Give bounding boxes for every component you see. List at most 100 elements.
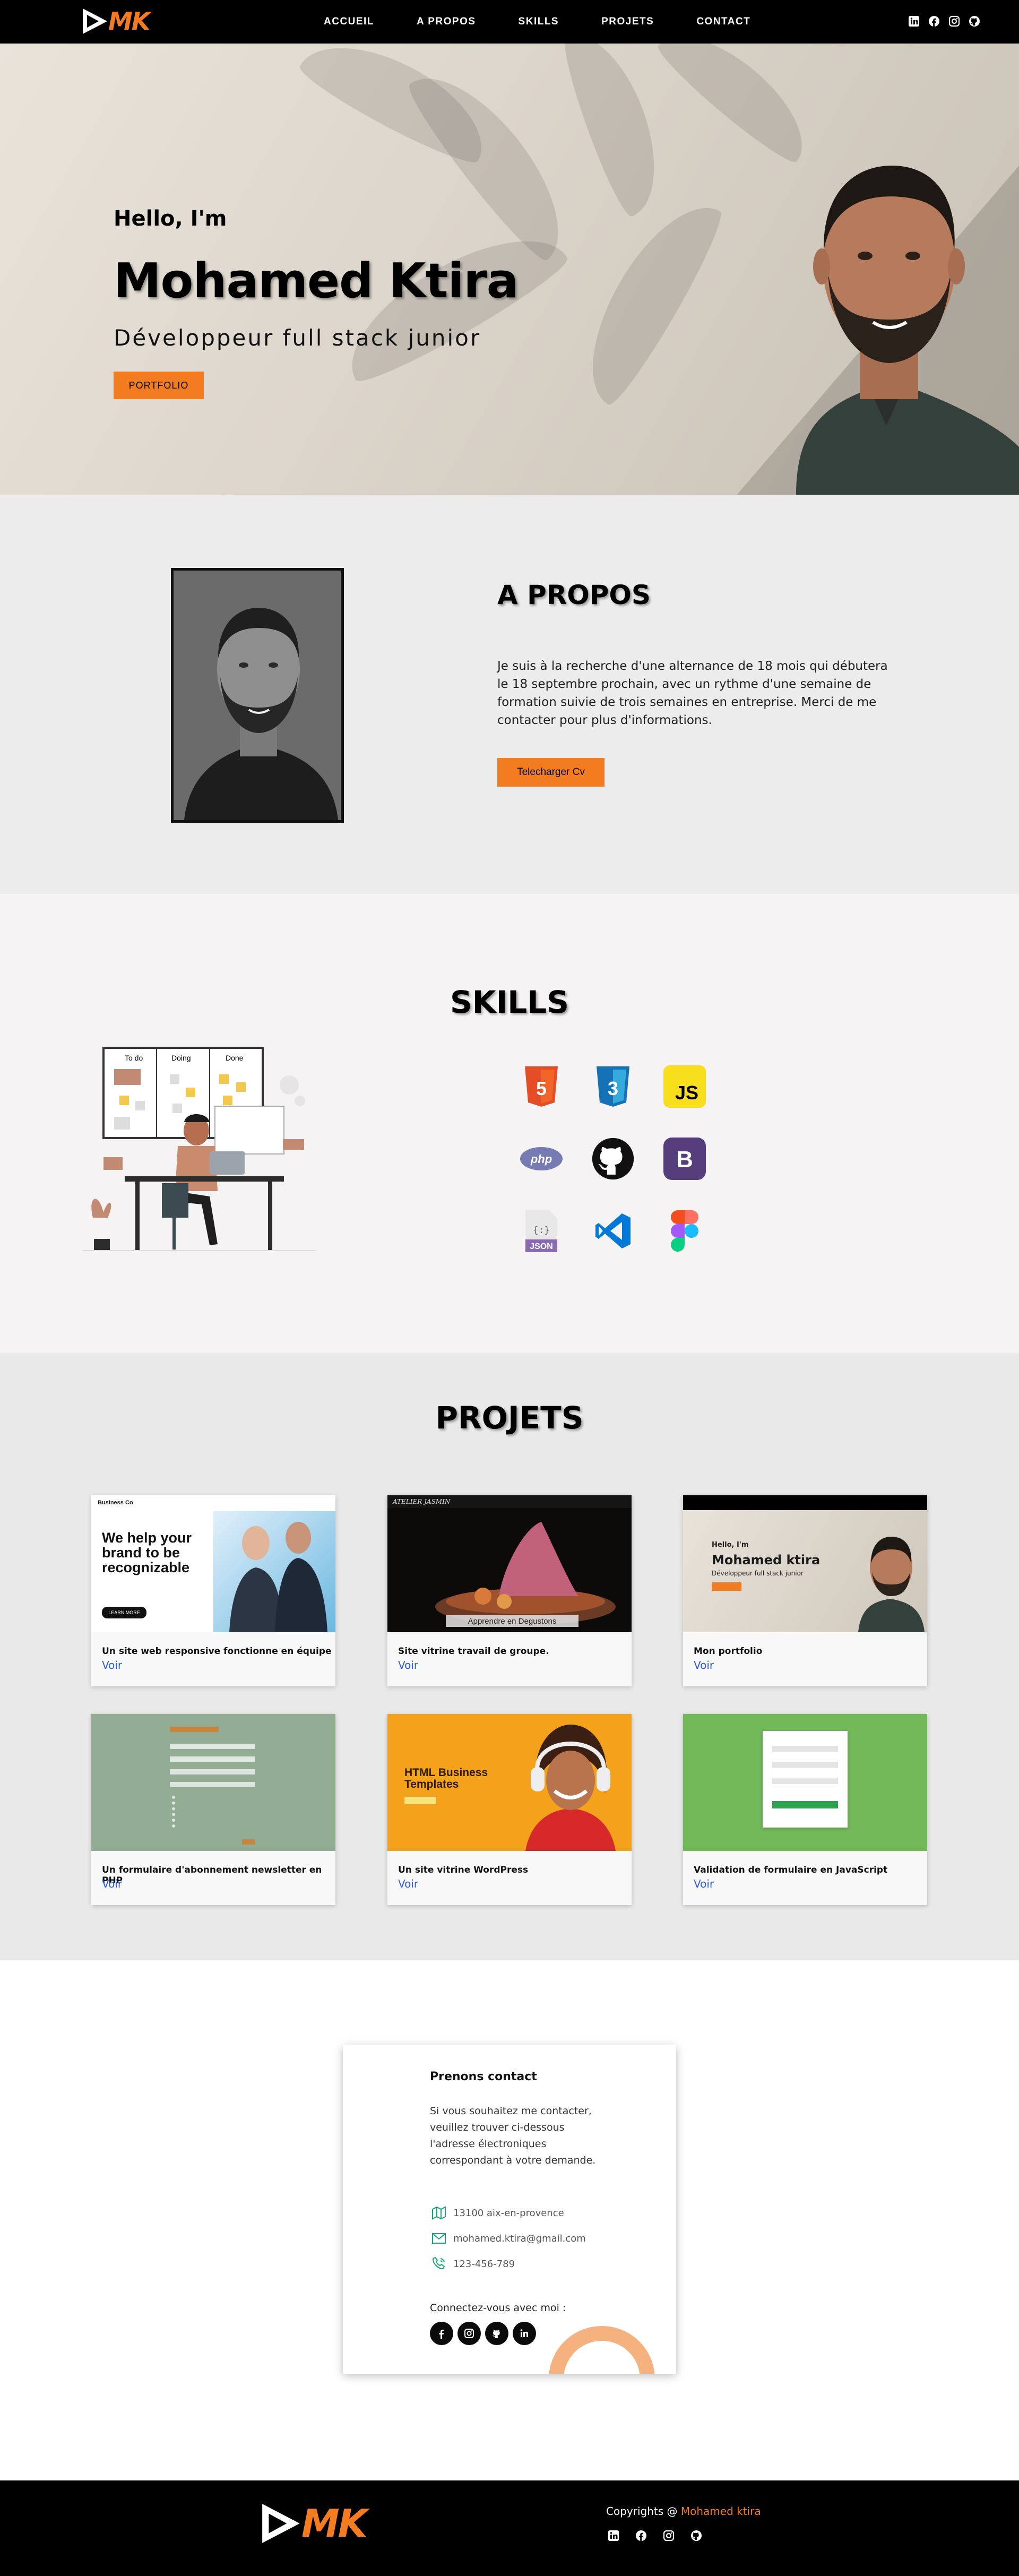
projects-title: PROJETS	[435, 1400, 584, 1436]
nav-link-contact[interactable]: CONTACT	[696, 16, 750, 28]
javascript-icon: JS	[661, 1063, 709, 1110]
map-icon	[430, 2204, 448, 2222]
hero-role: Développeur full stack junior	[114, 325, 481, 351]
project-card: ATELIER JASMIN Apprendre en Degustons Si…	[387, 1495, 632, 1686]
project-title: Un site vitrine WordPress	[398, 1865, 529, 1875]
project-view-link[interactable]: Voir	[694, 1877, 714, 1890]
about-title: A PROPOS	[497, 580, 651, 610]
project-thumbnail: HTML Business Templates	[387, 1714, 632, 1851]
phone-icon	[430, 2255, 448, 2273]
github-icon[interactable]	[690, 2529, 703, 2542]
decorative-ring	[549, 2326, 655, 2374]
project-title: Un formulaire d'abonnement newsletter en…	[102, 1865, 322, 1886]
developer-illustration: To do Doing Done	[82, 1047, 316, 1251]
nav-link-a-propos[interactable]: A PROPOS	[417, 16, 476, 28]
skill-icons: 5 3 JS php B {:} JSON	[517, 1063, 709, 1255]
instagram-icon[interactable]	[662, 2529, 675, 2542]
github-icon	[589, 1135, 637, 1183]
project-view-link[interactable]: Voir	[398, 1659, 418, 1672]
facebook-icon[interactable]	[635, 2529, 647, 2542]
leaf-shadow	[400, 53, 588, 268]
html5-icon: 5	[517, 1063, 565, 1110]
project-title: Site vitrine travail de groupe.	[398, 1646, 549, 1657]
hero-name: Mohamed Ktira	[114, 253, 519, 309]
contact-email[interactable]: mohamed.ktira@gmail.com	[453, 2233, 586, 2244]
hero-section: Hello, I'm Mohamed Ktira Développeur ful…	[0, 44, 1019, 495]
bootstrap-icon: B	[661, 1135, 709, 1183]
contact-phone-row: 123-456-789	[430, 2255, 515, 2273]
svg-text:B: B	[676, 1147, 693, 1173]
facebook-icon[interactable]	[430, 2322, 453, 2345]
leaf-shadow	[564, 186, 731, 411]
copyright-prefix: Copyrights @	[606, 2505, 678, 2518]
contact-card: Prenons contact Si vous souhaitez me con…	[343, 2045, 676, 2374]
project-card: Hello, I'm Mohamed ktira Développeur ful…	[683, 1495, 927, 1686]
svg-text:JSON: JSON	[530, 1242, 553, 1251]
vscode-icon	[589, 1207, 637, 1255]
contact-section: Prenons contact Si vous souhaitez me con…	[0, 1960, 1019, 2480]
about-portrait	[171, 568, 344, 823]
play-logo-icon	[262, 2504, 300, 2543]
connect-label: Connectez-vous avec moi :	[430, 2302, 566, 2314]
project-thumbnail: Hello, I'm Mohamed ktira Développeur ful…	[683, 1495, 927, 1632]
project-view-link[interactable]: Voir	[102, 1659, 122, 1672]
project-card: Validation de formulaire en JavaScript V…	[683, 1714, 927, 1905]
hero-portrait	[796, 166, 1019, 495]
brand-logo[interactable]: MK	[81, 6, 150, 36]
project-view-link[interactable]: Voir	[398, 1877, 418, 1890]
leaf-shadow	[555, 44, 676, 220]
project-title: Un site web responsive fonctionne en équ…	[102, 1646, 332, 1657]
facebook-icon[interactable]	[928, 15, 940, 28]
hero-greeting: Hello, I'm	[114, 206, 227, 231]
project-thumbnail	[91, 1714, 335, 1851]
todo-label: To do	[125, 1054, 143, 1062]
contact-title: Prenons contact	[430, 2070, 537, 2083]
project-view-link[interactable]: Voir	[102, 1877, 122, 1890]
contact-social-links	[430, 2322, 536, 2345]
nav-links: ACCUEIL A PROPOS SKILLS PROJETS CONTACT	[324, 0, 793, 44]
project-title: Mon portfolio	[694, 1646, 763, 1657]
project-thumbnail: Business Co We help your brand to be rec…	[91, 1495, 335, 1632]
done-label: Done	[226, 1054, 244, 1062]
footer: MK Copyrights @ Mohamed ktira	[0, 2480, 1019, 2576]
svg-text:{:}: {:}	[533, 1225, 550, 1236]
play-logo-icon	[83, 8, 107, 34]
portfolio-button[interactable]: PORTFOLIO	[114, 372, 204, 399]
about-description: Je suis à la recherche d'une alternance …	[497, 659, 888, 727]
svg-text:3: 3	[608, 1078, 618, 1099]
instagram-icon[interactable]	[457, 2322, 481, 2345]
contact-email-row: mohamed.ktira@gmail.com	[430, 2229, 586, 2247]
linkedin-icon[interactable]	[607, 2529, 620, 2542]
logo-text: MK	[108, 7, 150, 36]
contact-phone[interactable]: 123-456-789	[453, 2259, 515, 2270]
github-icon[interactable]	[968, 15, 981, 28]
copyright: Copyrights @ Mohamed ktira	[606, 2505, 761, 2518]
footer-logo[interactable]: MK	[259, 2501, 367, 2546]
linkedin-icon[interactable]	[908, 15, 920, 28]
project-thumbnail	[683, 1714, 927, 1851]
linkedin-icon[interactable]	[513, 2322, 536, 2345]
contact-address-row: 13100 aix-en-provence	[430, 2204, 564, 2222]
skills-section: SKILLS To do Doing Done 5 3 JS php B {:}…	[0, 894, 1019, 1353]
svg-text:5: 5	[536, 1078, 547, 1099]
svg-text:JS: JS	[675, 1082, 698, 1104]
footer-logo-text: MK	[301, 2501, 367, 2546]
project-card: Un formulaire d'abonnement newsletter en…	[91, 1714, 335, 1905]
nav-link-projets[interactable]: PROJETS	[601, 16, 654, 28]
svg-text:php: php	[530, 1152, 552, 1166]
json-icon: {:} JSON	[517, 1207, 565, 1255]
project-card: Business Co We help your brand to be rec…	[91, 1495, 335, 1686]
doing-label: Doing	[171, 1054, 191, 1062]
project-thumbnail: ATELIER JASMIN Apprendre en Degustons	[387, 1495, 632, 1632]
project-card: HTML Business Templates Un site vitrine …	[387, 1714, 632, 1905]
figma-icon	[661, 1207, 709, 1255]
github-icon[interactable]	[485, 2322, 508, 2345]
css3-icon: 3	[589, 1063, 637, 1110]
nav-link-accueil[interactable]: ACCUEIL	[324, 16, 374, 28]
nav-link-skills[interactable]: SKILLS	[519, 16, 559, 28]
project-view-link[interactable]: Voir	[694, 1659, 714, 1672]
skills-title: SKILLS	[450, 984, 569, 1020]
contact-description: Si vous souhaitez me contacter, veuillez…	[430, 2105, 596, 2166]
instagram-icon[interactable]	[948, 15, 961, 28]
download-cv-button[interactable]: Telecharger Cv	[497, 758, 605, 787]
